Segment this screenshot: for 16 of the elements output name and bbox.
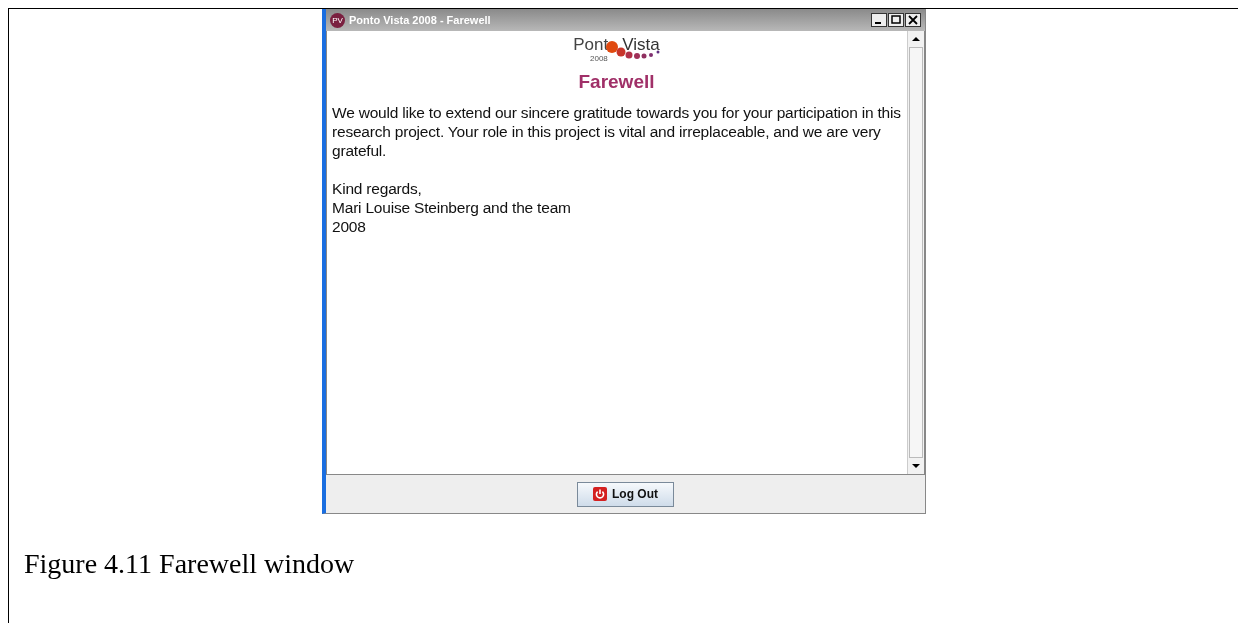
signature-line: 2008: [332, 217, 367, 236]
logo-text: Vista: [622, 35, 660, 55]
close-icon[interactable]: [905, 13, 921, 27]
figure-caption: Figure 4.11 Farewell window: [24, 548, 356, 580]
power-icon: [593, 487, 607, 501]
logo-year: 2008: [590, 54, 608, 63]
log-out-button[interactable]: Log Out: [577, 481, 674, 507]
heading: Farewell: [577, 71, 656, 93]
minimize-icon[interactable]: [871, 13, 887, 27]
message-text: We would like to extend our sincere gratitude towards you for your participation in this research project. Your role in this project is vital and irreplaceable, and we are very grateful.: [332, 103, 901, 160]
signature-line: Kind regards,: [332, 179, 423, 198]
window-title: Ponto Vista 2008 - Farewell: [349, 14, 492, 26]
logo-text: Pont: [573, 35, 609, 55]
maximize-icon[interactable]: [888, 13, 904, 27]
signature-line: Mari Louise Steinberg and the team: [332, 198, 572, 217]
app-badge: PV: [330, 12, 345, 28]
